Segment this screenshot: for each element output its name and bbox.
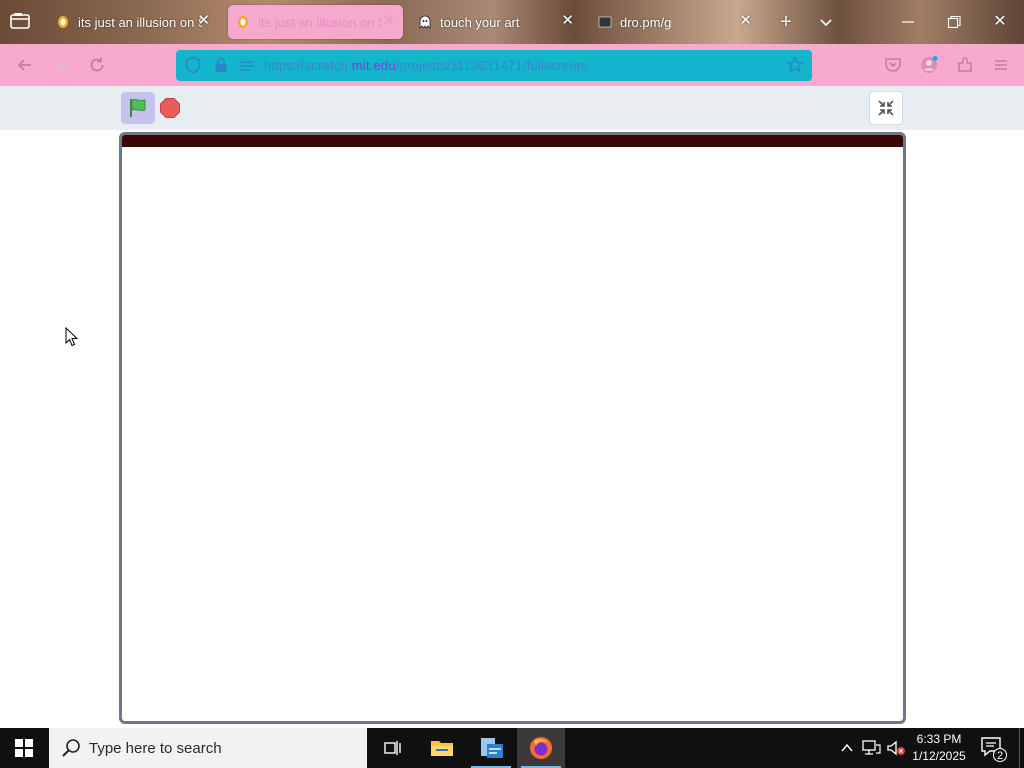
stage-top-band bbox=[122, 135, 903, 147]
extensions-icon[interactable] bbox=[954, 54, 976, 76]
start-button[interactable] bbox=[0, 728, 48, 768]
close-tab-icon[interactable]: ✕ bbox=[561, 13, 574, 28]
tab-title: touch your art bbox=[440, 14, 520, 30]
tab-title: its just an illusion on S bbox=[258, 14, 382, 30]
url-domain: mit.edu bbox=[351, 58, 396, 73]
volume-muted-icon[interactable] bbox=[886, 738, 906, 758]
lock-icon[interactable] bbox=[212, 56, 230, 74]
folder-icon bbox=[431, 741, 453, 756]
firefox-button[interactable] bbox=[517, 728, 565, 768]
shield-icon[interactable] bbox=[184, 56, 202, 74]
task-view-icon bbox=[384, 741, 401, 755]
tab-title: dro.pm/g bbox=[620, 14, 672, 30]
scratch-cat-icon bbox=[56, 15, 70, 29]
network-icon[interactable] bbox=[861, 738, 881, 758]
app-button[interactable] bbox=[467, 728, 515, 768]
permissions-icon[interactable] bbox=[238, 56, 256, 74]
notification-count-badge: 2 bbox=[993, 748, 1007, 762]
exit-fullscreen-button[interactable] bbox=[869, 91, 903, 125]
stop-button[interactable] bbox=[158, 96, 182, 120]
tab-1[interactable]: its just an illusion on S ✕ bbox=[48, 5, 218, 39]
show-hidden-icons-icon[interactable] bbox=[837, 738, 857, 758]
forward-icon[interactable] bbox=[50, 54, 72, 76]
firefox-icon bbox=[530, 737, 552, 759]
project-stage[interactable] bbox=[119, 132, 906, 724]
close-tab-icon[interactable]: ✕ bbox=[739, 13, 752, 28]
url-path: /projects/1113631471/fullscreen/ bbox=[395, 58, 589, 73]
address-bar[interactable]: https://scratch.mit.edu/projects/1113631… bbox=[176, 50, 812, 81]
restore-icon[interactable] bbox=[944, 12, 964, 32]
search-placeholder: Type here to search bbox=[89, 739, 222, 757]
tab-4[interactable]: dro.pm/g ✕ bbox=[590, 5, 760, 39]
clock-time: 6:33 PM bbox=[916, 732, 962, 746]
file-explorer-button[interactable] bbox=[418, 728, 466, 768]
new-tab-icon[interactable]: + bbox=[776, 12, 796, 32]
show-desktop-button[interactable] bbox=[1019, 728, 1024, 768]
reload-icon[interactable] bbox=[86, 54, 108, 76]
search-icon bbox=[62, 739, 80, 757]
taskbar-search[interactable]: Type here to search bbox=[49, 728, 367, 768]
green-flag-button[interactable] bbox=[121, 92, 155, 124]
list-all-tabs-icon[interactable] bbox=[816, 12, 836, 32]
url-text: https://scratch.mit.edu/projects/1113631… bbox=[264, 58, 588, 73]
browser-tab-strip: its just an illusion on S ✕ its just an … bbox=[0, 0, 1024, 44]
minimize-icon[interactable] bbox=[898, 12, 918, 32]
mouse-cursor-icon bbox=[65, 327, 79, 347]
taskbar-clock[interactable]: 6:33 PM 1/12/2025 bbox=[906, 731, 972, 765]
close-window-icon[interactable]: ✕ bbox=[990, 12, 1010, 32]
tab-3[interactable]: touch your art ✕ bbox=[410, 5, 582, 39]
windows-logo-icon bbox=[15, 739, 33, 757]
action-center-button[interactable]: 2 bbox=[980, 736, 1008, 762]
scratch-cat-icon bbox=[236, 15, 250, 29]
close-tab-icon[interactable]: ✕ bbox=[197, 13, 210, 28]
tab-title: its just an illusion on S bbox=[78, 14, 202, 30]
windows-taskbar: Type here to search 6:33 PM 1/12/2025 2 bbox=[0, 728, 1024, 768]
back-icon[interactable] bbox=[14, 54, 36, 76]
page-icon bbox=[598, 15, 612, 29]
pocket-icon[interactable] bbox=[882, 54, 904, 76]
bookmark-star-icon[interactable] bbox=[786, 56, 804, 74]
app-window-icon bbox=[481, 738, 503, 758]
menu-icon[interactable] bbox=[990, 54, 1012, 76]
collapse-icon bbox=[878, 100, 894, 116]
task-view-button[interactable] bbox=[368, 728, 416, 768]
tab-2-active[interactable]: its just an illusion on S ✕ bbox=[228, 5, 403, 39]
ghost-icon bbox=[418, 15, 432, 29]
tab-groups-icon[interactable] bbox=[10, 12, 30, 30]
account-icon[interactable] bbox=[918, 54, 940, 76]
url-prefix: https://scratch. bbox=[264, 58, 352, 73]
clock-date: 1/12/2025 bbox=[912, 749, 966, 763]
green-flag-icon bbox=[130, 98, 146, 117]
stop-sign-icon bbox=[160, 98, 180, 118]
close-tab-icon[interactable]: ✕ bbox=[382, 13, 395, 28]
